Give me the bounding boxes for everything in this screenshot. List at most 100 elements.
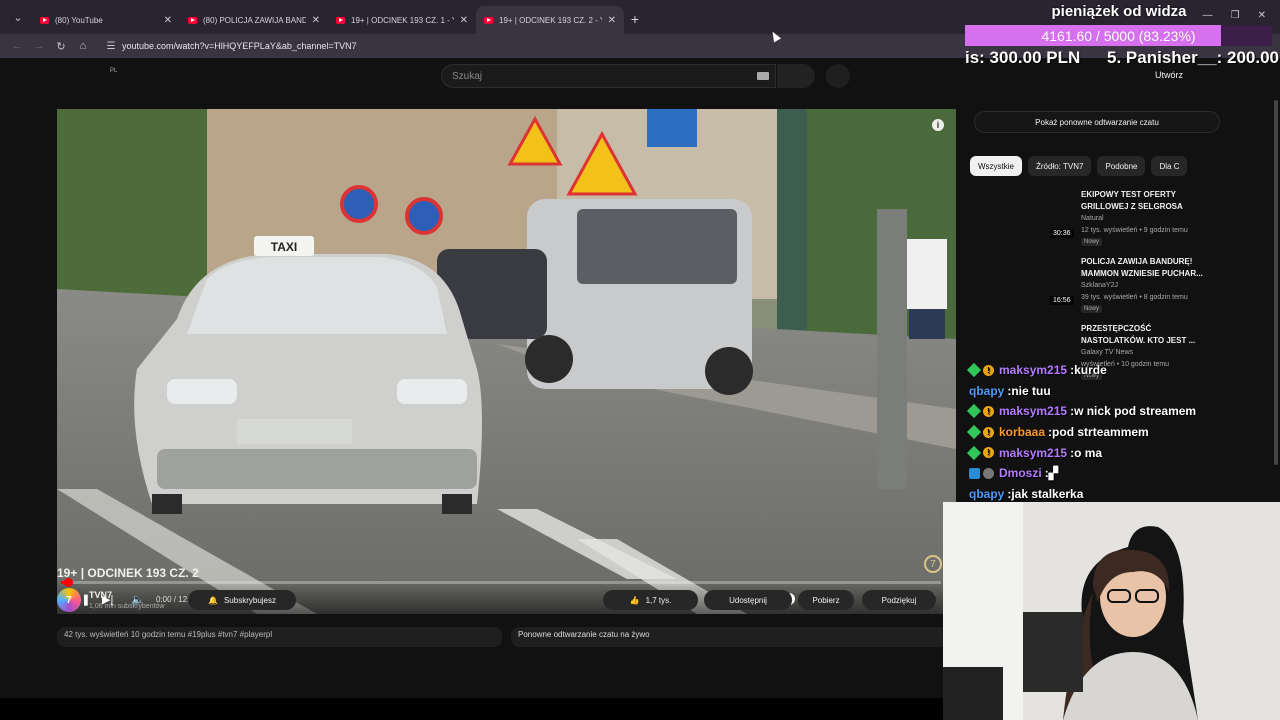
chat-text: o ma	[1074, 445, 1103, 460]
reload-icon[interactable]: ↻	[50, 40, 72, 53]
recommendation-channel[interactable]: Galaxy TV News	[1081, 349, 1133, 356]
video-duration: 16:56	[1050, 296, 1074, 305]
tab-search-chevron-icon[interactable]: ⌄	[4, 4, 32, 30]
recommendation-channel[interactable]: SzklanaY2J	[1081, 282, 1118, 289]
create-button[interactable]: Utwórz	[1155, 70, 1183, 80]
chat-message: ! maksym215 : w nick pod streamem	[966, 401, 1269, 422]
tab-title: (80) YouTube	[55, 15, 103, 25]
chat-username: maksym215	[999, 404, 1068, 419]
youtube-favicon-icon	[188, 16, 197, 24]
close-tab-icon[interactable]: ✕	[608, 15, 616, 26]
chat-username: qbapy	[969, 383, 1005, 398]
progress-bar[interactable]	[61, 578, 941, 587]
description-box[interactable]: 42 tys. wyświetleń 10 godzin temu #19plu…	[57, 627, 502, 647]
donor-ticker: is: 300.00 PLN 5. Panisher__: 200.00	[965, 48, 1280, 70]
show-chat-replay-button[interactable]: Pokaż ponowne odtwarzanie czatu	[974, 111, 1220, 133]
webcam-frame	[943, 502, 1280, 720]
forward-arrow-icon[interactable]: →	[28, 40, 50, 52]
info-icon[interactable]: i	[932, 119, 944, 131]
screen: ⌄ (80) YouTube ✕ (80) POLICJA ZAWIJA BAN…	[0, 0, 1280, 720]
tab-title: 19+ | ODCINEK 193 CZ. 1 - YouTube	[351, 15, 454, 25]
cat-badge-icon	[983, 467, 994, 479]
chat-text: kurde	[1074, 363, 1107, 378]
chat-text: w nick pod streamem	[1074, 404, 1197, 419]
subscribe-button[interactable]: 🔔 Subskrybujesz	[188, 590, 296, 610]
browser-tab-1[interactable]: (80) POLICJA ZAWIJA BANDURĘ ✕	[180, 6, 328, 34]
green-diamond-badge-icon	[966, 445, 982, 460]
chip-for-you[interactable]: Dla C	[1151, 156, 1188, 176]
download-button[interactable]: Pobierz	[798, 590, 854, 610]
exclamation-badge-icon: !	[983, 364, 994, 376]
search-input[interactable]: Szukaj	[441, 64, 776, 88]
sidebar-scrollbar[interactable]	[1274, 100, 1278, 465]
window-controls: — ❐ ✕	[1203, 10, 1280, 21]
chat-username: maksym215	[999, 445, 1068, 460]
exclamation-badge-icon: !	[983, 447, 994, 459]
close-tab-icon[interactable]: ✕	[460, 15, 468, 26]
close-tab-icon[interactable]: ✕	[312, 15, 320, 26]
recommendation-channel[interactable]: Natural	[1081, 215, 1104, 222]
channel-name[interactable]: TVN7	[89, 590, 112, 600]
thumbs-up-icon: 👍	[629, 595, 640, 605]
youtube-favicon-icon	[336, 16, 345, 24]
microphone-icon[interactable]	[826, 64, 850, 88]
browser-tab-0[interactable]: (80) YouTube ✕	[32, 6, 180, 34]
video-player[interactable]: TAXI i 7 ❚❚ ▶| 🔈 0:00 / 12:29 ▭ ⚙ ▣ ▭ ⛶	[57, 109, 956, 614]
stream-chat-overlay: ! maksym215 : kurde qbapy : nie tuu ! ma…	[966, 360, 1269, 504]
new-tab-button[interactable]: +	[624, 6, 646, 32]
recommendation-item[interactable]: 16:56 POLICJA ZAWIJA BANDURĘ! MAMMON WZN…	[978, 256, 1218, 318]
home-icon[interactable]: ⌂	[72, 40, 94, 52]
share-button[interactable]: Udostępnij	[704, 590, 792, 610]
chat-message: ! maksym215 : kurde	[966, 360, 1269, 381]
recommendation-title[interactable]: EKIPOWY TEST OFERTY GRILLOWEJ Z SELGROSA	[1081, 189, 1211, 213]
chat-message: ! maksym215 : o ma	[966, 442, 1269, 463]
search-button[interactable]	[777, 64, 815, 88]
new-badge: Nowy	[1081, 238, 1103, 246]
close-window-icon[interactable]: ✕	[1258, 10, 1266, 21]
chat-text: nie tuu	[1011, 383, 1051, 398]
keyboard-icon[interactable]	[757, 72, 769, 80]
browser-tab-3-active[interactable]: 19+ | ODCINEK 193 CZ. 2 - YouTube ✕	[476, 6, 624, 34]
like-count: 1,7 tys.	[645, 595, 672, 605]
chip-source[interactable]: Źródło: TVN7	[1028, 156, 1092, 176]
tab-title: (80) POLICJA ZAWIJA BANDURĘ	[203, 15, 306, 25]
youtube-favicon-icon	[40, 16, 49, 24]
chip-similar[interactable]: Podobne	[1097, 156, 1146, 176]
taxi-sign-text: TAXI	[270, 240, 298, 254]
close-tab-icon[interactable]: ✕	[164, 15, 172, 26]
donation-goal-title: pieniążek od widza	[1051, 3, 1187, 20]
video-duration: 30:36	[1050, 229, 1074, 238]
maximize-icon[interactable]: ❐	[1231, 10, 1240, 21]
url-field[interactable]: youtube.com/watch?v=HlHQYEFPLaY&ab_chann…	[122, 41, 357, 51]
site-settings-icon[interactable]: ☰	[104, 39, 118, 53]
chat-message: ! korbaaa : pod strteammem	[966, 422, 1269, 443]
recommendation-meta: 39 tys. wyświetleń • 8 godzin temu	[1081, 294, 1188, 301]
exclamation-badge-icon: !	[983, 426, 994, 438]
browser-tab-2[interactable]: 19+ | ODCINEK 193 CZ. 1 - YouTube ✕	[328, 6, 476, 34]
chat-username: qbapy	[969, 486, 1005, 501]
filter-chips: Wszystkie Źródło: TVN7 Podobne Dla C	[970, 156, 1188, 176]
channel-avatar[interactable]: 7	[57, 588, 81, 612]
back-arrow-icon[interactable]: ←	[6, 40, 28, 52]
recommendation-title[interactable]: PRZESTĘPCZOŚĆ NASTOLATKÓW. KTO JEST ...	[1081, 323, 1211, 347]
recommendation-title[interactable]: POLICJA ZAWIJA BANDURĘ! MAMMON WZNIESIE …	[1081, 256, 1211, 280]
thanks-button[interactable]: Podziękuj	[862, 590, 936, 610]
bell-icon: 🔔	[208, 595, 218, 605]
exclamation-badge-icon: !	[983, 405, 994, 417]
green-diamond-badge-icon	[966, 425, 982, 440]
tab-title: 19+ | ODCINEK 193 CZ. 2 - YouTube	[499, 15, 602, 25]
blue-badge-icon	[969, 467, 980, 479]
avatar-letter: 7	[66, 594, 72, 606]
subscriber-count: 1,06 mln subskrybentów	[89, 603, 165, 610]
chip-all[interactable]: Wszystkie	[970, 156, 1022, 176]
recommendation-item[interactable]: 30:36 EKIPOWY TEST OFERTY GRILLOWEJ Z SE…	[978, 189, 1218, 251]
like-button[interactable]: 👍 1,7 tys.	[603, 590, 698, 610]
youtube-favicon-icon	[484, 16, 493, 24]
ticker-entry: 5. Panisher__: 200.00	[1107, 48, 1280, 67]
subscribe-label: Subskrybujesz	[223, 595, 276, 605]
chat-replay-box[interactable]: Ponowne odtwarzanie czatu na żywo	[511, 627, 951, 647]
search-placeholder: Szukaj	[452, 70, 483, 82]
region-label: PL	[110, 68, 118, 74]
tvn7-watermark-icon: 7	[924, 555, 942, 573]
green-diamond-badge-icon	[966, 404, 982, 419]
